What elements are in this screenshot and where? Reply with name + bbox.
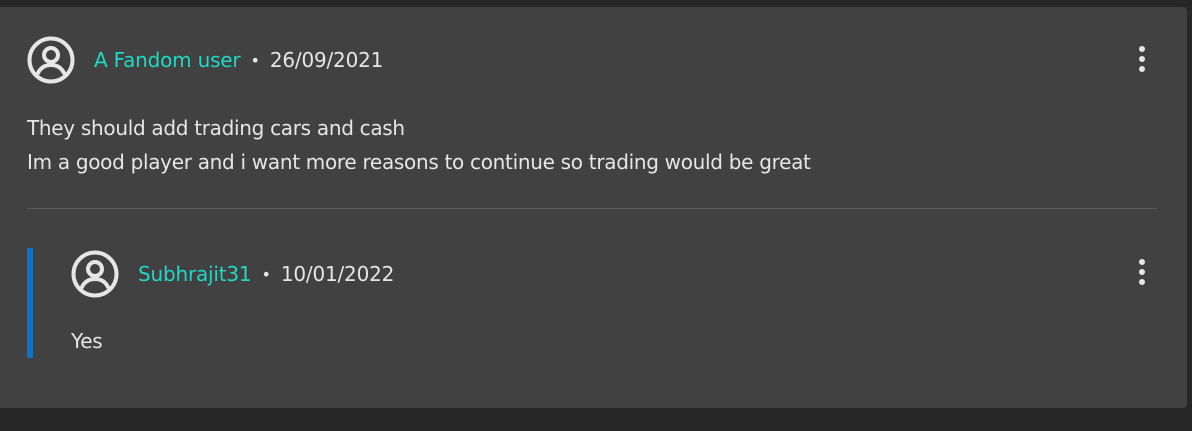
comment-line-2: Im a good player and i want more reasons… bbox=[27, 150, 811, 174]
reply-body: Yes bbox=[71, 324, 103, 358]
reply-date: 10/01/2022 bbox=[280, 262, 395, 286]
reply-accent-bar bbox=[27, 248, 33, 358]
comment-divider bbox=[27, 208, 1157, 209]
user-circle-icon[interactable] bbox=[71, 250, 119, 298]
meta-separator: • bbox=[261, 264, 271, 284]
more-vertical-icon bbox=[1139, 46, 1145, 52]
comment-date: 26/09/2021 bbox=[269, 48, 384, 72]
comment-body: They should add trading cars and cash Im… bbox=[27, 111, 811, 179]
more-vertical-icon bbox=[1139, 259, 1145, 265]
reply-author-link[interactable]: Subhrajit31 bbox=[138, 262, 252, 286]
reply-more-options-button[interactable] bbox=[1130, 256, 1154, 288]
comment-card: A Fandom user • 26/09/2021 They should a… bbox=[0, 7, 1187, 408]
comment-more-options-button[interactable] bbox=[1130, 43, 1154, 75]
comment-header: A Fandom user • 26/09/2021 bbox=[27, 35, 383, 85]
reply-header: Subhrajit31 • 10/01/2022 bbox=[71, 248, 394, 300]
user-circle-icon[interactable] bbox=[27, 36, 75, 84]
comment-author-link[interactable]: A Fandom user bbox=[94, 48, 241, 72]
meta-separator: • bbox=[250, 50, 260, 70]
reply-line-1: Yes bbox=[71, 329, 103, 353]
comment-line-1: They should add trading cars and cash bbox=[27, 116, 405, 140]
